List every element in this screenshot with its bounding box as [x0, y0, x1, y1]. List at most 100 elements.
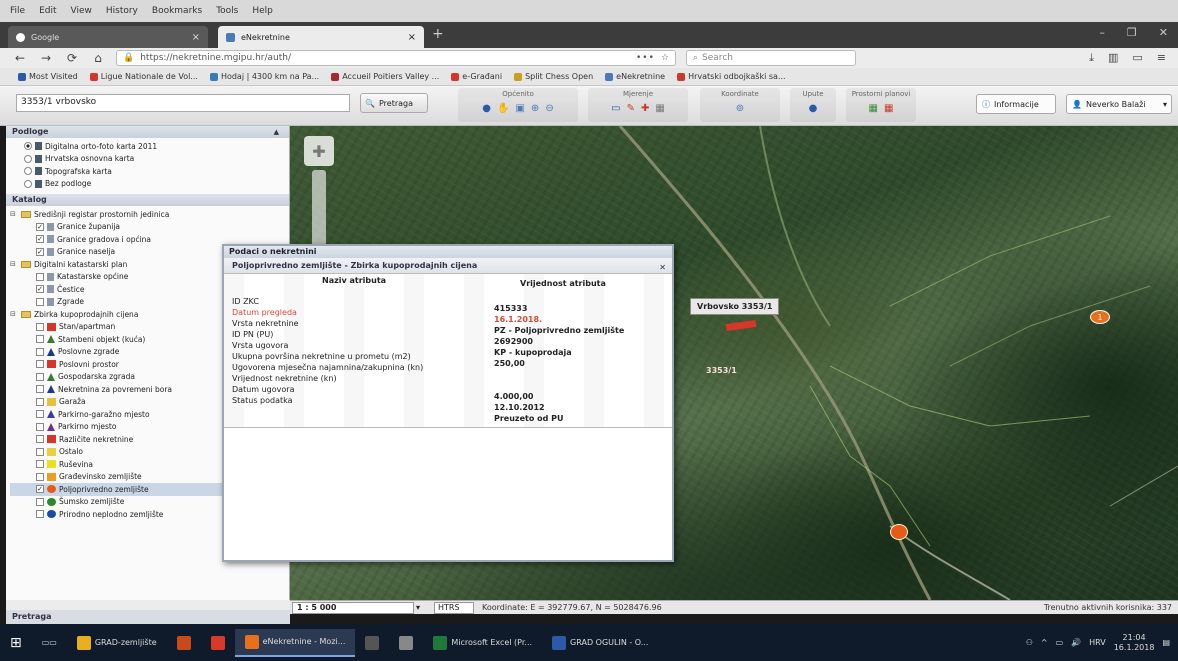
- layer-checkbox[interactable]: ✓: [36, 222, 44, 231]
- layer-checkbox[interactable]: [36, 347, 44, 356]
- search-input[interactable]: ⌕ Search: [686, 50, 856, 66]
- download-icon[interactable]: ⤓: [1089, 51, 1094, 65]
- menu-item-6[interactable]: Help: [252, 6, 273, 16]
- catalog-group[interactable]: ⊟ Središnji registar prostornih jedinica: [10, 208, 289, 221]
- collapse-icon[interactable]: ⊟: [10, 260, 18, 268]
- close-icon[interactable]: ×: [408, 32, 416, 43]
- close-icon[interactable]: ×: [192, 32, 200, 43]
- layer-checkbox[interactable]: [36, 360, 44, 369]
- layer-checkbox[interactable]: [36, 397, 44, 406]
- menu-item-4[interactable]: Bookmarks: [152, 6, 202, 16]
- back-icon[interactable]: ←: [12, 51, 28, 65]
- crs-select[interactable]: HTRS: [434, 601, 475, 614]
- zoom-out-icon[interactable]: ⊖: [545, 103, 553, 114]
- layer-checkbox[interactable]: ✓: [36, 235, 44, 244]
- taskbar-app[interactable]: [355, 629, 389, 657]
- radio-button[interactable]: [24, 142, 32, 151]
- plan-layers-icon[interactable]: ▦: [884, 103, 893, 114]
- volume-icon[interactable]: 🔊: [1071, 638, 1081, 647]
- menu-item-2[interactable]: View: [71, 6, 92, 16]
- info-icon[interactable]: ●: [482, 103, 491, 114]
- user-menu-button[interactable]: 👤 Neverko Balaži ▾: [1066, 94, 1172, 114]
- information-button[interactable]: ⓘ Informacije: [976, 94, 1056, 114]
- layer-checkbox[interactable]: [36, 297, 44, 306]
- price-marker[interactable]: [890, 524, 908, 540]
- bookmark-item[interactable]: Ligue Nationale de Vol...: [89, 72, 198, 81]
- layer-checkbox[interactable]: ✓: [36, 285, 44, 294]
- layer-checkbox[interactable]: [36, 460, 44, 469]
- radio-button[interactable]: [24, 167, 32, 176]
- zoom-in-icon[interactable]: ⊕: [531, 103, 539, 114]
- layer-checkbox[interactable]: [36, 435, 44, 444]
- layer-checkbox[interactable]: [36, 447, 44, 456]
- layer-checkbox[interactable]: ✓: [36, 485, 44, 494]
- network-icon[interactable]: ▭: [1056, 638, 1064, 647]
- sidebar-icon[interactable]: ▭: [1132, 51, 1142, 65]
- taskbar-app[interactable]: Microsoft Excel (Pr...: [423, 629, 542, 657]
- basemap-item[interactable]: Hrvatska osnovna karta: [24, 153, 289, 166]
- layer-checkbox[interactable]: ✓: [36, 247, 44, 256]
- bookmark-item[interactable]: Hrvatski odbojkaški sa...: [677, 72, 786, 81]
- language-indicator[interactable]: HRV: [1089, 638, 1106, 647]
- bookmark-item[interactable]: Hodaj | 4300 km na Pa...: [209, 72, 319, 81]
- taskbar-app[interactable]: eNekretnine - Mozi...: [234, 628, 356, 657]
- reload-icon[interactable]: ⟳: [64, 51, 80, 65]
- radio-button[interactable]: [24, 179, 32, 188]
- layer-checkbox[interactable]: [36, 385, 44, 394]
- url-bar[interactable]: 🔒 https://nekretnine.mgipu.hr/auth/ ••• …: [116, 50, 676, 66]
- hamburger-menu-icon[interactable]: ≡: [1157, 51, 1166, 65]
- basemap-item[interactable]: Topografska karta: [24, 165, 289, 178]
- library-icon[interactable]: ▥: [1108, 51, 1118, 65]
- search-button[interactable]: 🔍 Pretraga: [360, 93, 428, 113]
- chevron-down-icon[interactable]: ▾: [416, 603, 420, 612]
- collapse-icon[interactable]: ⊟: [10, 310, 18, 318]
- layer-checkbox[interactable]: [36, 335, 44, 344]
- parcel-search-input[interactable]: 3353/1 vrbovsko: [16, 94, 350, 112]
- bookmark-item[interactable]: Most Visited: [18, 72, 78, 81]
- help-icon[interactable]: ●: [809, 103, 818, 114]
- people-icon[interactable]: ⚇: [1026, 638, 1033, 647]
- basemap-item[interactable]: Digitalna orto-foto karta 2011: [24, 140, 289, 153]
- taskbar-app[interactable]: [167, 629, 201, 657]
- taskbar-app[interactable]: GRAD OGULIN - O...: [542, 629, 658, 657]
- minimize-icon[interactable]: –: [1099, 26, 1105, 39]
- collapse-icon[interactable]: ▲: [274, 126, 279, 138]
- layer-checkbox[interactable]: [36, 510, 44, 519]
- measure-line-icon[interactable]: ▭: [611, 103, 620, 114]
- start-button[interactable]: ⊞: [0, 629, 32, 657]
- tab-enekretnine[interactable]: eNekretnine ×: [218, 26, 424, 48]
- measure-point-icon[interactable]: ✚: [641, 103, 649, 114]
- measure-area-icon[interactable]: ✎: [627, 103, 635, 114]
- menu-item-1[interactable]: Edit: [39, 6, 56, 16]
- clock[interactable]: 21:04 16.1.2018: [1114, 633, 1155, 653]
- bookmark-item[interactable]: Accueil Poitiers Valley ...: [331, 72, 439, 81]
- new-tab-button[interactable]: +: [432, 26, 444, 42]
- katalog-header[interactable]: Katalog: [6, 194, 289, 206]
- taskbar-app[interactable]: [389, 629, 423, 657]
- maximize-icon[interactable]: ❐: [1127, 26, 1137, 39]
- search-panel-header[interactable]: Pretraga: [6, 610, 290, 624]
- close-window-icon[interactable]: ✕: [1159, 26, 1168, 39]
- bookmark-item[interactable]: eNekretnine: [605, 72, 665, 81]
- layer-checkbox[interactable]: [36, 497, 44, 506]
- page-actions-icon[interactable]: •••: [636, 53, 655, 63]
- collapse-icon[interactable]: ⊟: [10, 210, 18, 218]
- layer-checkbox[interactable]: [36, 322, 44, 331]
- layer-checkbox[interactable]: [36, 272, 44, 281]
- layer-checkbox[interactable]: [36, 422, 44, 431]
- radio-button[interactable]: [24, 154, 32, 163]
- menu-item-0[interactable]: File: [10, 6, 25, 16]
- layer-checkbox[interactable]: [36, 410, 44, 419]
- menu-item-5[interactable]: Tools: [216, 6, 238, 16]
- pan-control-icon[interactable]: ✚: [304, 136, 334, 166]
- zoom-box-icon[interactable]: ▣: [515, 103, 524, 114]
- menu-item-3[interactable]: History: [106, 6, 138, 16]
- taskbar-app[interactable]: GRAD-zemljište: [67, 629, 167, 657]
- home-icon[interactable]: ⌂: [90, 51, 106, 65]
- chevron-up-icon[interactable]: ^: [1041, 638, 1048, 647]
- layer-checkbox[interactable]: [36, 472, 44, 481]
- layer-checkbox[interactable]: [36, 372, 44, 381]
- price-marker[interactable]: 1: [1090, 310, 1110, 324]
- forward-icon[interactable]: →: [38, 51, 54, 65]
- notifications-icon[interactable]: ▤: [1162, 638, 1170, 647]
